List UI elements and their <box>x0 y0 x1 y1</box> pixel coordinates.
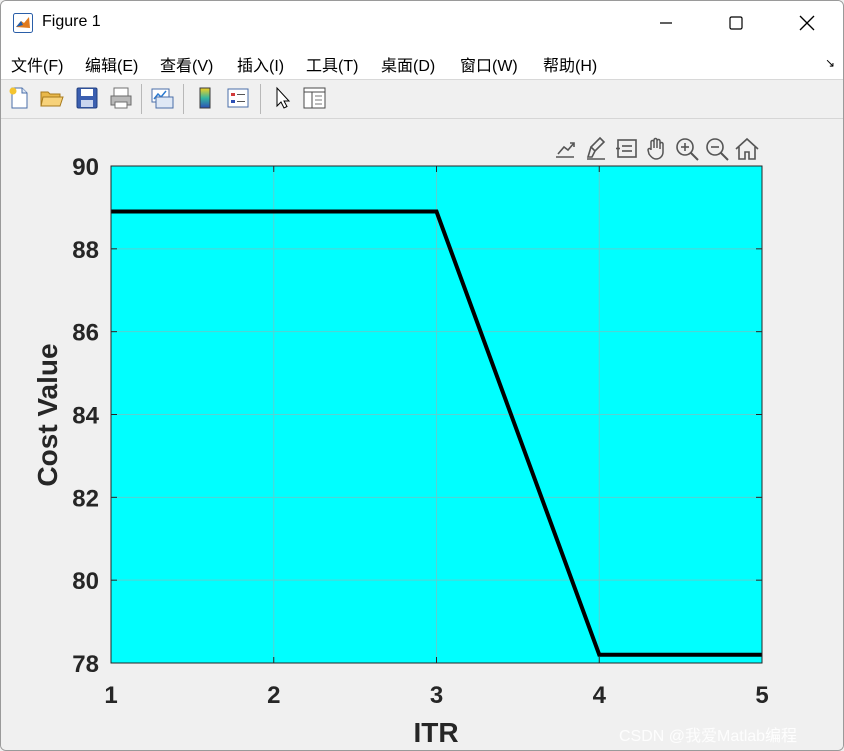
figure-window: Figure 1 文件(F) 编辑(E) 查看(V) 插入(I) 工具(T) 桌… <box>0 0 844 751</box>
plot-axes[interactable]: 1 2 3 4 5 78 80 82 84 86 88 90 ITR Cost Value <box>1 1 843 750</box>
y-tick-label: 78 <box>72 651 99 678</box>
y-tick-label: 90 <box>72 154 99 181</box>
y-axis-label: Cost Value <box>32 343 63 486</box>
y-tick-label: 86 <box>72 320 99 347</box>
y-tick-label: 80 <box>72 568 99 595</box>
y-tick-label: 82 <box>72 485 99 512</box>
x-tick-label: 2 <box>267 682 280 709</box>
watermark-text: CSDN @我爱Matlab编程 <box>619 728 798 745</box>
x-tick-label: 1 <box>104 682 117 709</box>
y-tick-label: 88 <box>72 237 99 264</box>
x-tick-label: 3 <box>430 682 443 709</box>
x-tick-label: 4 <box>593 682 607 709</box>
x-axis-label: ITR <box>413 717 458 748</box>
x-tick-label: 5 <box>755 682 768 709</box>
y-tick-label: 84 <box>72 403 99 430</box>
